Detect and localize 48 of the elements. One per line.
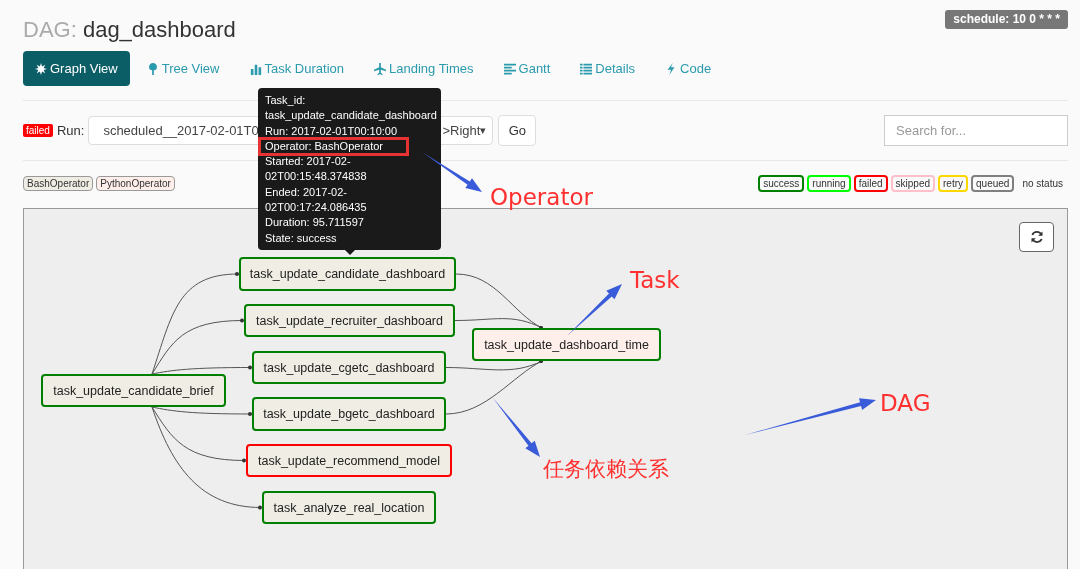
tree-icon bbox=[146, 62, 159, 75]
burst-icon bbox=[35, 62, 47, 75]
operator-tag: PythonOperator bbox=[96, 176, 175, 191]
annotation-arrow bbox=[422, 152, 482, 192]
state-legend-tag: queued bbox=[971, 175, 1015, 192]
task-node[interactable]: task_update_cgetc_dashboard bbox=[252, 351, 446, 384]
task-node[interactable]: task_update_candidate_dashboard bbox=[239, 257, 456, 291]
tooltip-line: Started: 2017-02- bbox=[265, 154, 352, 170]
task-node[interactable]: task_update_bgetc_dashboard bbox=[252, 397, 446, 431]
task-node[interactable]: task_update_recruiter_dashboard bbox=[244, 304, 455, 337]
state-legend-tag: failed bbox=[853, 175, 888, 192]
tooltip-line: Ended: 2017-02- bbox=[265, 184, 348, 200]
plane-icon bbox=[374, 62, 386, 75]
state-legend-tag: skipped bbox=[890, 175, 936, 192]
bar-chart-icon bbox=[249, 62, 262, 75]
tooltip-line: State: success bbox=[265, 230, 338, 246]
go-button[interactable]: Go bbox=[498, 115, 537, 146]
schedule-badge: schedule: 10 0 * * * bbox=[945, 10, 1068, 29]
tooltip-line: Operator: BashOperator bbox=[260, 138, 407, 155]
annotation-label: 任务依赖关系 bbox=[543, 456, 669, 483]
list-icon bbox=[580, 62, 593, 75]
state-legend-tag: success bbox=[758, 175, 805, 192]
task-node[interactable]: task_update_dashboard_time bbox=[472, 328, 661, 361]
gantt-icon bbox=[503, 62, 516, 75]
annotation-label: Operator bbox=[490, 184, 593, 210]
tooltip-line: task_update_candidate_dashboard bbox=[265, 108, 434, 124]
tooltip-line: Run: 2017-02-01T00:10:00 bbox=[265, 123, 399, 139]
tooltip-line: Duration: 95.711597 bbox=[265, 215, 365, 231]
operator-tag: BashOperator bbox=[23, 176, 94, 191]
tooltip-line: 02T00:17:24.086435 bbox=[265, 200, 368, 216]
dag-title: DAG: dag_dashboard bbox=[23, 17, 236, 43]
tooltip-line: 02T00:15:48.374838 bbox=[265, 169, 368, 185]
status-badge: failed bbox=[23, 124, 53, 137]
caret-icon: ▾ bbox=[480, 124, 487, 137]
tooltip-line: Task_id: bbox=[265, 93, 307, 108]
annotation-label: Task bbox=[630, 267, 680, 293]
task-node[interactable]: task_update_recommend_model bbox=[246, 444, 452, 477]
refresh-button[interactable] bbox=[1019, 222, 1054, 252]
annotation-arrow bbox=[567, 284, 622, 336]
state-legend-tag: running bbox=[807, 175, 851, 192]
annotation-label: DAG bbox=[880, 390, 931, 416]
refresh-icon bbox=[1029, 230, 1044, 244]
task-node[interactable]: task_update_candidate_brief bbox=[41, 374, 226, 407]
search-field[interactable]: Search for... bbox=[884, 115, 1068, 146]
view-tab[interactable]: Graph View bbox=[23, 51, 130, 86]
run-label: Run: bbox=[56, 123, 85, 138]
state-legend-tag: retry bbox=[938, 175, 969, 192]
task-node[interactable]: task_analyze_real_location bbox=[262, 491, 436, 524]
